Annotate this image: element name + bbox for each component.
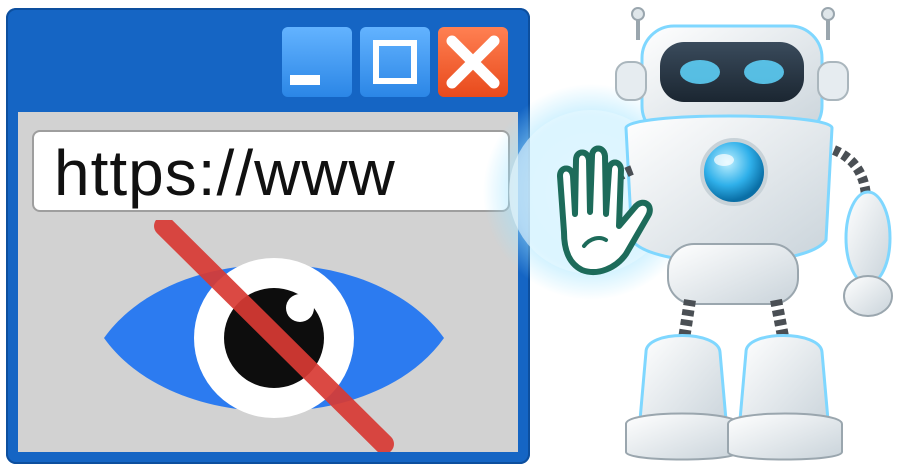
robot-illustration: [483, 7, 893, 461]
eye-highlight: [286, 294, 314, 322]
maximize-button[interactable]: [360, 27, 430, 97]
window-titlebar[interactable]: [6, 8, 530, 103]
robot-foot-left: [625, 412, 739, 461]
robot-eye-left: [680, 60, 720, 84]
eye-blocked-icon: [104, 220, 444, 452]
address-bar[interactable]: https://www: [32, 130, 510, 212]
robot-eye-right: [744, 60, 784, 84]
address-bar-text: https://www: [54, 137, 396, 209]
browser-content-area: https://www: [18, 112, 518, 452]
minimize-icon: [290, 75, 320, 85]
robot-arm-right: [844, 190, 892, 286]
robot-foot-right: [727, 412, 843, 461]
browser-window: https://www: [6, 8, 530, 464]
minimize-button[interactable]: [282, 27, 352, 97]
robot-chest-orb: [700, 138, 768, 206]
robot-hips: [667, 243, 799, 305]
maximize-icon: [373, 40, 417, 84]
